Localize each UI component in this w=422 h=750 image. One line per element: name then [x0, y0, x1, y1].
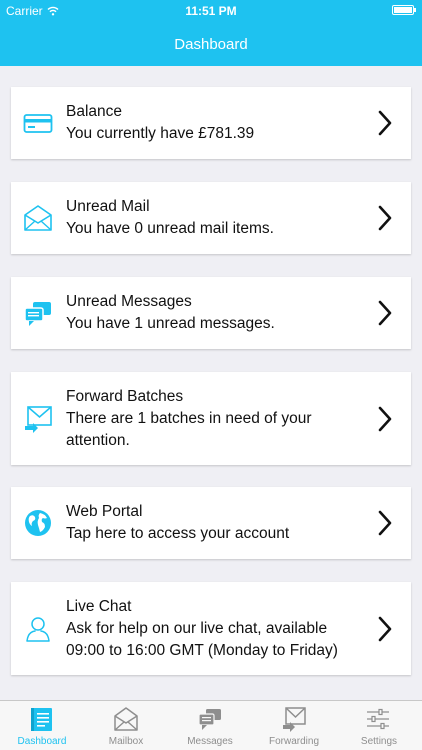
unread-messages-card[interactable]: Unread Messages You have 1 unread messag… [11, 277, 411, 349]
unread-messages-card-value: You have 1 unread messages. [66, 315, 275, 332]
chat-bubbles-icon [24, 302, 51, 326]
tab-forwarding-label: Forwarding [268, 736, 320, 747]
chevron-right-icon [378, 300, 392, 326]
messages-icon [198, 709, 221, 730]
chevron-right-icon [378, 510, 392, 536]
unread-mail-card[interactable]: Unread Mail You have 0 unread mail items… [11, 182, 411, 254]
tab-dashboard-label: Dashboard [17, 736, 67, 747]
settings-icon [367, 708, 389, 730]
live-chat-card[interactable]: Live Chat Ask for help on our live chat,… [11, 582, 411, 675]
unread-mail-card-value: You have 0 unread mail items. [66, 220, 274, 237]
live-chat-card-text: Live Chat Ask for help on our live chat,… [66, 596, 361, 662]
forward-batches-card-value: There are 1 batches in need of your atte… [66, 409, 312, 449]
forward-batches-card[interactable]: Forward Batches There are 1 batches in n… [11, 372, 411, 465]
live-chat-card-value: Ask for help on our live chat, available… [66, 619, 338, 659]
web-portal-card[interactable]: Web Portal Tap here to access your accou… [11, 487, 411, 559]
navigation-bar: Dashboard [0, 22, 422, 66]
web-portal-card-value: Tap here to access your account [66, 525, 290, 542]
status-bar: Carrier 11:51 PM [0, 0, 422, 22]
tab-dashboard[interactable]: Dashboard [0, 701, 84, 750]
globe-icon [25, 510, 51, 536]
tab-messages[interactable]: Messages [168, 701, 252, 750]
tab-messages-label: Messages [187, 736, 233, 747]
dashboard-cards: Balance You currently have £781.39 Unrea… [0, 66, 422, 700]
unread-mail-card-text: Unread Mail You have 0 unread mail items… [66, 196, 361, 240]
balance-card-title: Balance [66, 103, 123, 120]
forward-mail-icon [25, 405, 52, 433]
forwarding-icon [283, 707, 306, 732]
mail-icon [24, 205, 52, 231]
status-time: 11:51 PM [185, 4, 237, 18]
chevron-right-icon [378, 616, 392, 641]
tab-mailbox-label: Mailbox [108, 736, 144, 747]
web-portal-card-title: Web Portal [66, 503, 143, 520]
mailbox-icon [114, 707, 138, 731]
chevron-right-icon [378, 406, 392, 431]
tab-settings[interactable]: Settings [336, 701, 422, 750]
unread-messages-card-text: Unread Messages You have 1 unread messag… [66, 291, 361, 335]
tab-bar: Dashboard Mailbox Messages Forwarding Se… [0, 700, 422, 750]
web-portal-card-text: Web Portal Tap here to access your accou… [66, 501, 361, 545]
unread-messages-card-title: Unread Messages [66, 293, 192, 310]
unread-mail-card-title: Unread Mail [66, 198, 150, 215]
forward-batches-card-text: Forward Batches There are 1 batches in n… [66, 386, 361, 452]
chevron-right-icon [378, 110, 392, 136]
balance-card-value: You currently have £781.39 [66, 125, 255, 142]
person-icon [26, 616, 50, 642]
chevron-right-icon [378, 205, 392, 231]
dashboard-icon [31, 708, 52, 731]
page-title: Dashboard [174, 35, 248, 53]
live-chat-card-title: Live Chat [66, 597, 132, 615]
tab-forwarding[interactable]: Forwarding [252, 701, 336, 750]
forward-batches-card-title: Forward Batches [66, 387, 184, 405]
balance-card-text: Balance You currently have £781.39 [66, 101, 361, 145]
balance-card[interactable]: Balance You currently have £781.39 [11, 87, 411, 159]
tab-mailbox[interactable]: Mailbox [84, 701, 168, 750]
tab-settings-label: Settings [360, 736, 398, 747]
battery-icon [392, 5, 416, 15]
credit-card-icon [23, 114, 53, 133]
